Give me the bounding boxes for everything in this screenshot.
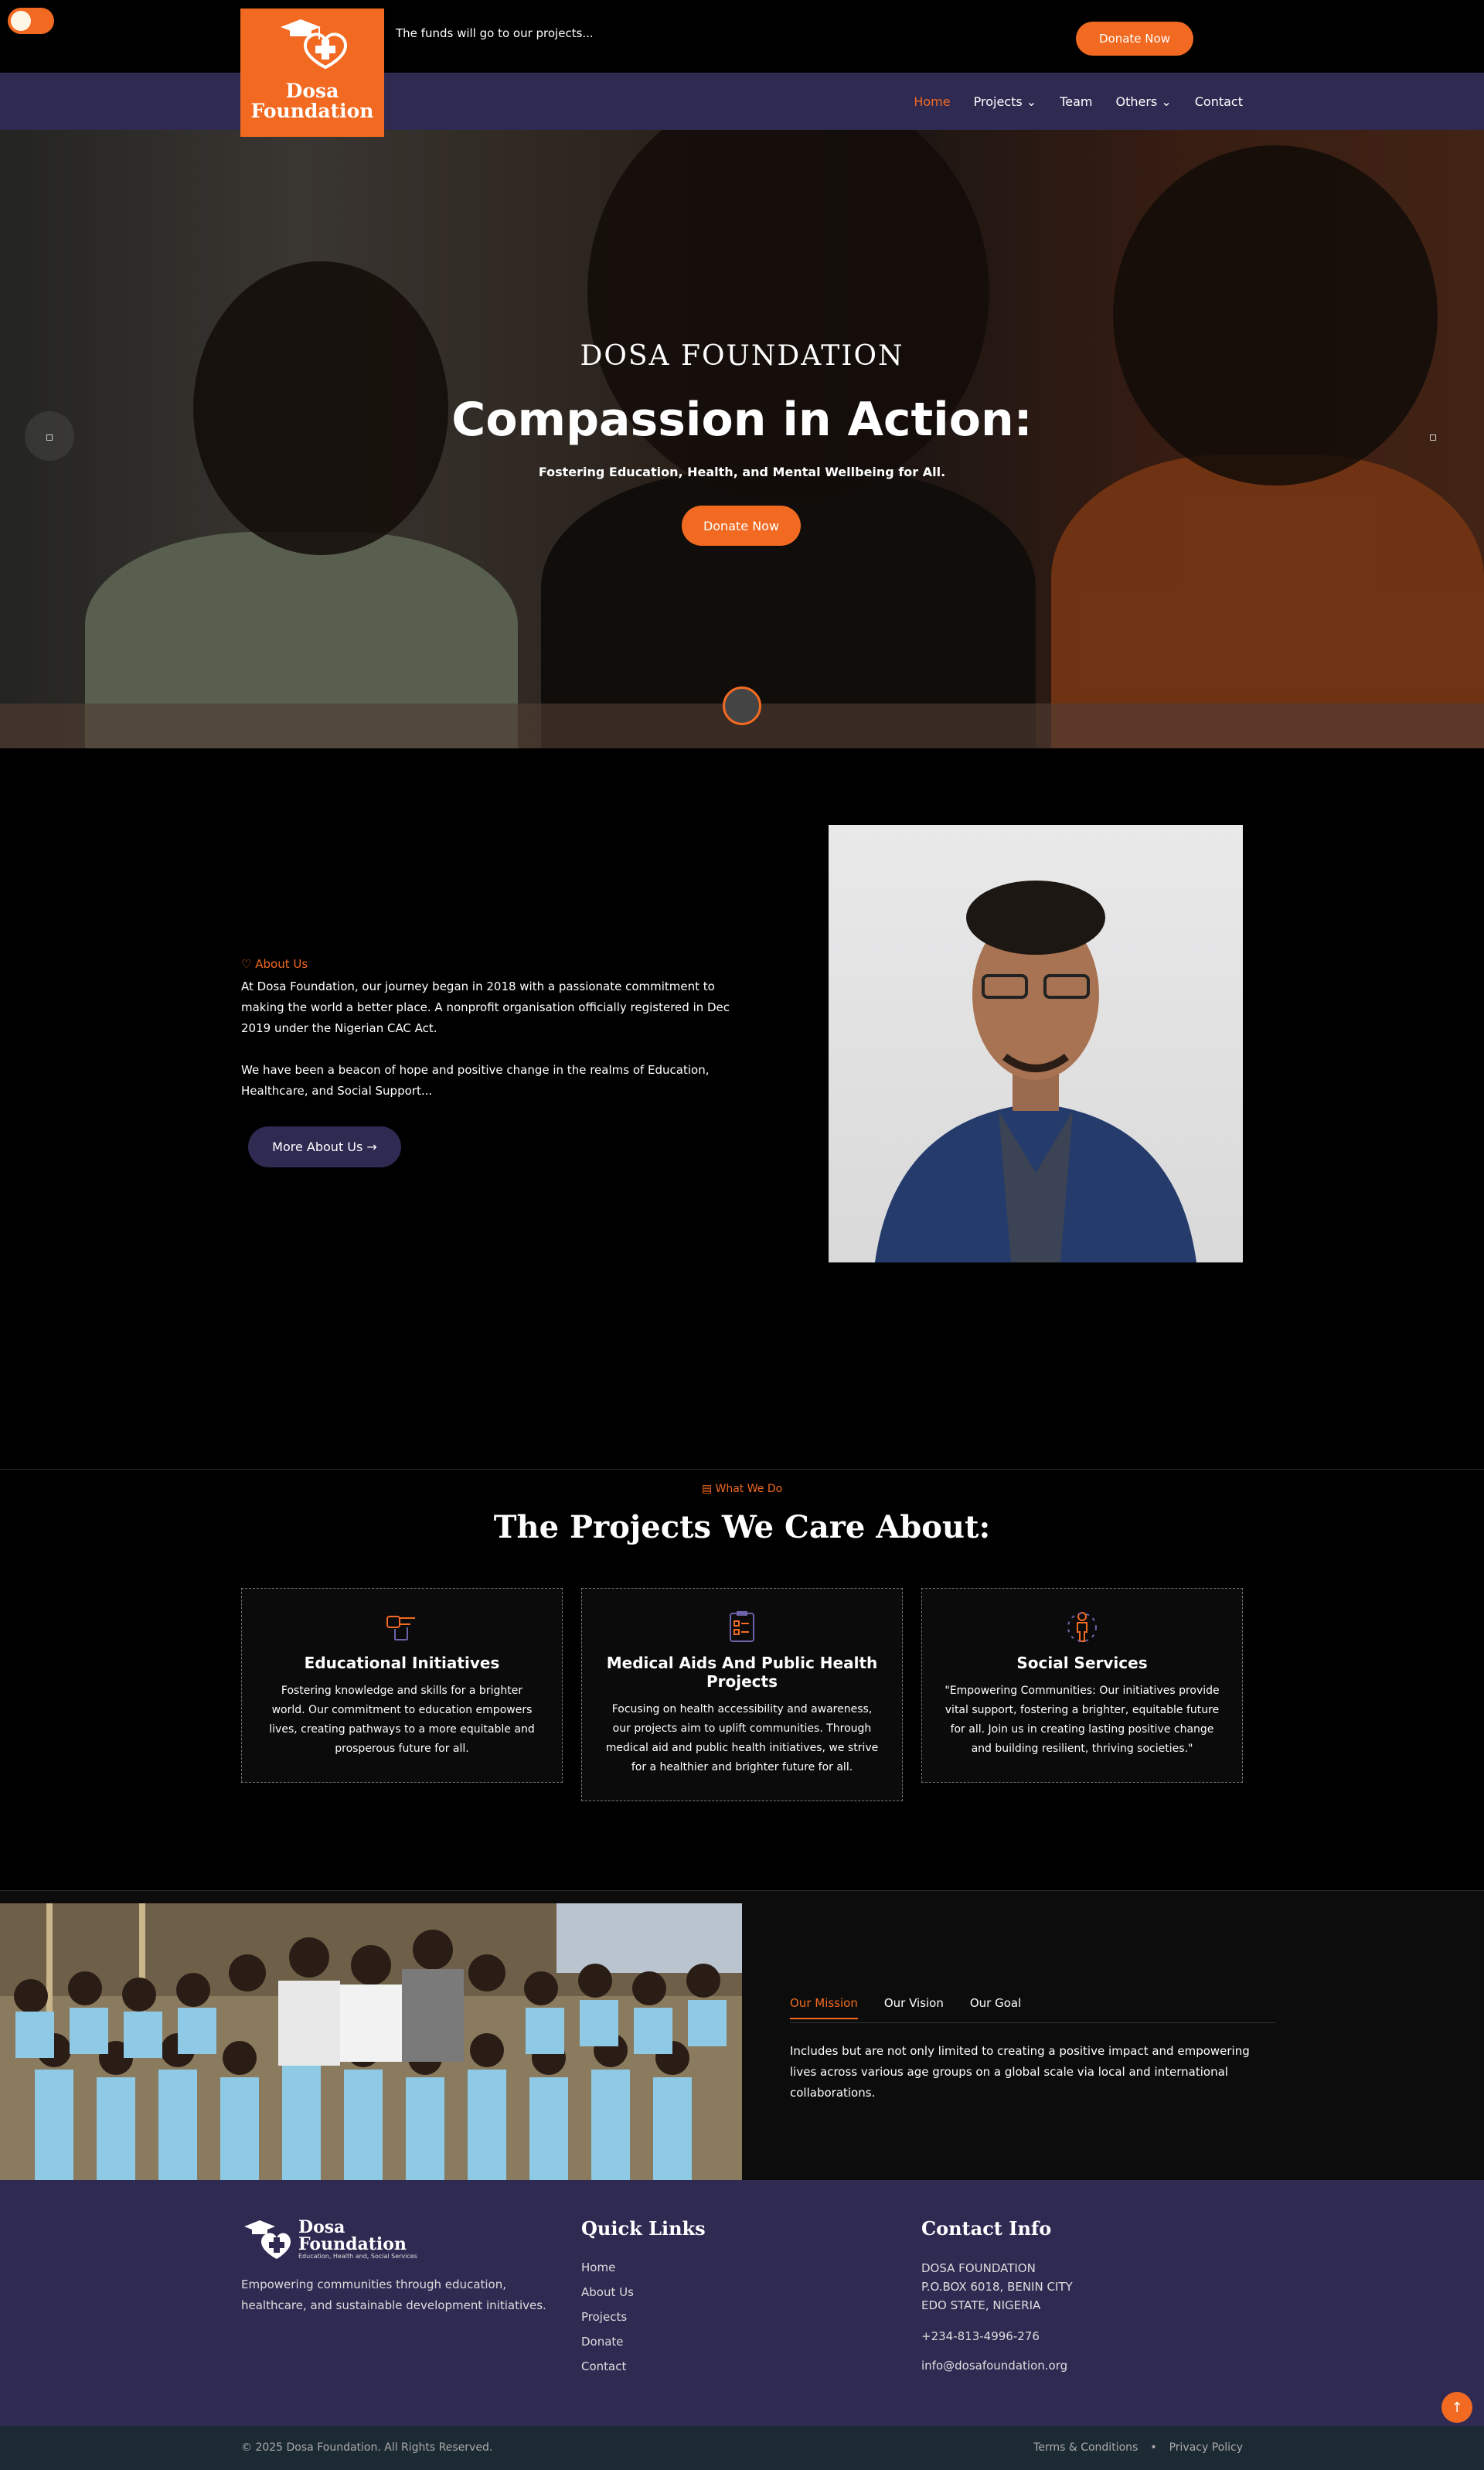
projects-section-title: The Projects We Care About: xyxy=(493,1509,991,1545)
contact-phone[interactable]: +234-813-4996-276 xyxy=(921,2327,1040,2346)
nav-item-others-label: Others xyxy=(1115,94,1158,109)
separator-dot: • xyxy=(1150,2441,1157,2454)
section-divider xyxy=(0,1469,1484,1470)
founder-portrait xyxy=(829,825,1243,1262)
tabs-underline xyxy=(790,2022,1275,2023)
hero-eyebrow: DOSA FOUNDATION xyxy=(580,340,904,372)
project-card-social[interactable]: Social Services "Empowering Communities:… xyxy=(921,1588,1243,1783)
slide-indicator-thumb[interactable] xyxy=(723,686,761,725)
card-title: Educational Initiatives xyxy=(304,1654,500,1672)
mission-text: Includes but are not only limited to cre… xyxy=(790,2044,1250,2100)
hero-donate-button[interactable]: Donate Now xyxy=(682,506,801,546)
what-we-do-label-text: What We Do xyxy=(715,1483,783,1495)
moon-icon xyxy=(11,11,31,31)
chevron-down-icon: ⌄ xyxy=(1161,94,1172,109)
contact-info-title: Contact Info xyxy=(921,2217,1052,2240)
header-tagline: The funds will go to our projects... xyxy=(396,26,594,40)
nav-item-contact[interactable]: Contact xyxy=(1195,94,1243,109)
footer-link-contact[interactable]: Contact xyxy=(581,2359,626,2373)
footer-link-about[interactable]: About Us xyxy=(581,2285,634,2299)
copyright-text: © 2025 Dosa Foundation. All Rights Reser… xyxy=(241,2441,493,2454)
hands-heart-icon: ♡ xyxy=(241,957,252,971)
nav-item-team[interactable]: Team xyxy=(1060,94,1092,109)
card-title: Medical Aids And Public Health Projects xyxy=(606,1654,878,1691)
footer-logo[interactable]: Dosa Foundation Education, Health and, S… xyxy=(241,2217,417,2260)
crowd-illustration xyxy=(0,1903,742,2180)
tab-our-mission[interactable]: Our Mission xyxy=(790,1996,858,2019)
about-label: ♡ About Us xyxy=(241,957,308,971)
site-footer xyxy=(0,2180,1484,2426)
legal-links: Terms & Conditions • Privacy Policy xyxy=(1033,2441,1243,2454)
what-we-do-label: ▤ What We Do xyxy=(0,1483,1484,1495)
footer-bottom-bar xyxy=(0,2426,1484,2470)
person-icon xyxy=(1063,1607,1101,1646)
hero-title: Compassion in Action: xyxy=(451,393,1033,447)
privacy-link[interactable]: Privacy Policy xyxy=(1169,2441,1243,2454)
arrow-up-icon: ↑ xyxy=(1451,2399,1463,2416)
back-to-top-button[interactable]: ↑ xyxy=(1441,2392,1472,2423)
card-text: Focusing on health accessibility and awa… xyxy=(605,1703,879,1773)
nav-item-projects-label: Projects xyxy=(973,94,1023,109)
clipboard-icon xyxy=(723,1607,761,1646)
teaching-icon xyxy=(383,1607,421,1646)
header-donate-button[interactable]: Donate Now xyxy=(1076,22,1193,56)
tab-our-vision[interactable]: Our Vision xyxy=(884,1996,944,2019)
footer-logo-line1: Dosa xyxy=(298,2216,345,2237)
card-text: Fostering knowledge and skills for a bri… xyxy=(269,1685,535,1755)
about-paragraph-1: At Dosa Foundation, our journey began in… xyxy=(241,979,730,1035)
about-paragraph-2: We have been a beacon of hope and positi… xyxy=(241,1063,710,1098)
quick-links-title: Quick Links xyxy=(581,2217,706,2240)
nav-item-others[interactable]: Others ⌄ xyxy=(1115,94,1171,109)
card-title: Social Services xyxy=(1016,1654,1148,1672)
contact-address-line2: P.O.BOX 6018, BENIN CITY xyxy=(921,2280,1073,2294)
book-icon: ▤ xyxy=(701,1483,713,1495)
footer-logo-line2: Foundation xyxy=(298,2233,407,2254)
logo-text-line2: Foundation xyxy=(250,100,374,122)
main-navbar: Home Projects ⌄ Team Others ⌄ Contact xyxy=(0,73,1484,130)
project-card-medical[interactable]: Medical Aids And Public Health Projects … xyxy=(581,1588,903,1801)
top-bar xyxy=(0,0,1484,73)
footer-link-donate[interactable]: Donate xyxy=(581,2335,624,2349)
contact-address-line3: EDO STATE, NIGERIA xyxy=(921,2298,1041,2312)
nav-menu: Home Projects ⌄ Team Others ⌄ Contact xyxy=(914,73,1243,130)
graduation-heart-icon xyxy=(281,19,348,70)
founder-photo xyxy=(875,881,1196,1262)
footer-link-home[interactable]: Home xyxy=(581,2260,615,2274)
footer-logo-tagline: Education, Health and, Social Services xyxy=(298,2252,417,2260)
terms-link[interactable]: Terms & Conditions xyxy=(1033,2441,1138,2454)
contact-email[interactable]: info@dosafoundation.org xyxy=(921,2356,1067,2375)
graduation-heart-icon xyxy=(244,2220,291,2259)
logo-text-line1: Dosa xyxy=(285,80,339,102)
footer-link-projects[interactable]: Projects xyxy=(581,2310,627,2324)
project-card-education[interactable]: Educational Initiatives Fostering knowle… xyxy=(241,1588,563,1783)
footer-description: Empowering communities through education… xyxy=(241,2278,546,2312)
nav-item-projects[interactable]: Projects ⌄ xyxy=(974,94,1037,109)
students-group-photo xyxy=(0,1903,742,2180)
site-logo[interactable]: Dosa Foundation xyxy=(240,9,384,137)
contact-address-line1: DOSA FOUNDATION xyxy=(921,2261,1036,2275)
hero-subtitle: Fostering Education, Health, and Mental … xyxy=(538,465,946,479)
about-label-text: About Us xyxy=(255,957,308,971)
card-text: "Empowering Communities: Our initiatives… xyxy=(945,1685,1220,1755)
theme-toggle[interactable] xyxy=(8,8,54,34)
more-about-button[interactable]: More About Us → xyxy=(248,1126,401,1167)
mission-tabs: Our Mission Our Vision Our Goal xyxy=(790,1996,1021,2019)
chevron-down-icon: ⌄ xyxy=(1026,94,1037,109)
nav-item-home[interactable]: Home xyxy=(914,94,950,109)
hero-slider: ▫ ▫ DOSA FOUNDATION Compassion in Action… xyxy=(0,130,1484,748)
tab-our-goal[interactable]: Our Goal xyxy=(970,1996,1021,2019)
